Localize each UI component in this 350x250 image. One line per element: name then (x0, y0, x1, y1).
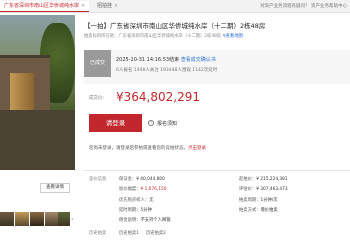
login-button[interactable]: 请登录 (89, 114, 142, 132)
increment-item: 加价幅度：¥ 1,076,150 (119, 186, 166, 192)
priority-item: 优先购买权人：无 (119, 197, 153, 203)
history-row: 历史拍卖 历史拍卖1 历史拍卖2 (84, 230, 350, 240)
status-stats: 6人报名 1448人关注 193448人围观 1142次延时 (116, 68, 218, 73)
status-date: 2025-10-31 14:16:53结束 查看成交确认书 (116, 56, 216, 63)
priority-label: 优先购买权人： (119, 198, 150, 203)
thumbnail[interactable] (58, 212, 70, 226)
browser-tab-bar: 广东省深圳市南山区华侨城纯水岸 × 招拍挂 × 对资产业务流程有疑问？ 资产业务帮助… (0, 0, 350, 13)
tab-listing[interactable]: 广东省深圳市南山区华侨城纯水岸 × (0, 1, 90, 12)
cycle-item: 拍卖周期：1分钟/次 (239, 197, 278, 203)
note-value: 不支持个人网银 (140, 218, 171, 223)
chevron-right-icon[interactable]: › (71, 216, 77, 223)
type-label: 拍卖方式： (239, 208, 261, 213)
increment-value: ¥ 1,076,150 (140, 187, 167, 192)
section-label: 竞价信息 (89, 177, 107, 182)
property-photo[interactable] (0, 15, 75, 170)
increment-label: 加价幅度： (119, 187, 141, 192)
status-badge: 已成交 (84, 50, 111, 77)
start-price-label: 起拍价： (239, 177, 257, 182)
tab-listing-label: 广东省深圳市南山区华侨城纯水岸 (4, 3, 80, 9)
location-prefix: 拍卖标的所在地： (84, 34, 119, 39)
thumbnail[interactable] (30, 212, 44, 226)
info-icon: ! (148, 120, 154, 126)
photo-door (10, 73, 34, 110)
status-panel: 已成交 2025-10-31 14:16:53结束 查看成交确认书 6人报名 1… (84, 50, 350, 84)
end-time: 2025-10-31 14:16:53结束 (116, 57, 180, 63)
view-map-link[interactable]: 查看地图 (226, 34, 243, 39)
cycle-label: 拍卖周期： (239, 198, 261, 203)
start-price-value: ¥ 215,224,381 (256, 177, 288, 182)
note-label: 佣金说明： (119, 218, 141, 223)
location-address: 广东省深圳市南山区华侨城纯水岸（十二期）2栋48房 (118, 34, 222, 39)
confirmation-link[interactable]: 查看成交确认书 (181, 57, 216, 63)
close-icon[interactable]: × (114, 3, 118, 9)
note-item: 佣金说明：不支持个人网银 (119, 217, 171, 223)
delay-item: 延时周期：5分钟 (119, 207, 152, 213)
registration-notice-link[interactable]: 报名须知 (157, 120, 177, 127)
notice-text: 您尚未登录，请登录后参拍或查看您的竞拍状态。 (89, 146, 188, 151)
type-item: 拍卖方式：增价拍卖 (239, 207, 278, 213)
thumbnail-strip: › (0, 212, 75, 236)
view-details-button[interactable]: 查看详情 (40, 183, 70, 193)
history-label: 历史拍卖 (89, 231, 107, 236)
photo-ground (0, 110, 75, 170)
deposit-value: ¥ 40,044,800 (136, 177, 165, 182)
thumbnail[interactable] (15, 212, 29, 226)
listing-location: 拍卖标的所在地：广东省深圳市南山区华侨城纯水岸（十二期）2栋48房 ⚲查看地图 (84, 33, 243, 39)
priority-value: 无 (149, 198, 154, 203)
thumbnail[interactable] (45, 212, 59, 226)
login-notice: 您尚未登录，请登录后参拍或查看您的竞拍状态。点击登录 (89, 145, 206, 151)
delay-value: 5分钟 (140, 208, 152, 213)
history-item-2[interactable]: 历史拍卖2 (146, 230, 166, 236)
assess-value: ¥ 307,463,473 (256, 187, 288, 192)
login-link[interactable]: 点击登录 (188, 146, 206, 151)
cycle-value: 1分钟/次 (260, 198, 278, 203)
assess-item: 评估价：¥ 307,463,473 (239, 186, 288, 192)
bidding-details: 竞价信息 保证金：¥ 40,044,800 加价幅度：¥ 1,076,150 优… (84, 170, 350, 230)
deposit-label: 保证金： (119, 177, 137, 182)
history-item-1[interactable]: 历史拍卖1 (119, 230, 139, 236)
assess-label: 评估价： (239, 187, 257, 192)
close-icon[interactable]: × (81, 3, 85, 9)
price-label: 成交价： (89, 96, 107, 101)
start-price-item: 起拍价：¥ 215,224,381 (239, 176, 288, 182)
tab-auction[interactable]: 招拍挂 × (93, 1, 122, 12)
tab-auction-label: 招拍挂 (97, 3, 113, 9)
type-value: 增价拍卖 (260, 208, 278, 213)
delay-label: 延时周期： (119, 208, 141, 213)
thumbnail[interactable] (0, 212, 14, 226)
help-links[interactable]: 对资产业务流程有疑问？ 资产业务帮助中心 (260, 1, 347, 12)
listing-title: 【一拍】广东省深圳市南山区华侨城纯水岸（十二期）2栋48房 (84, 22, 266, 30)
deposit-item: 保证金：¥ 40,044,800 (119, 176, 165, 182)
price-value: ¥364,802,291 (116, 90, 200, 104)
